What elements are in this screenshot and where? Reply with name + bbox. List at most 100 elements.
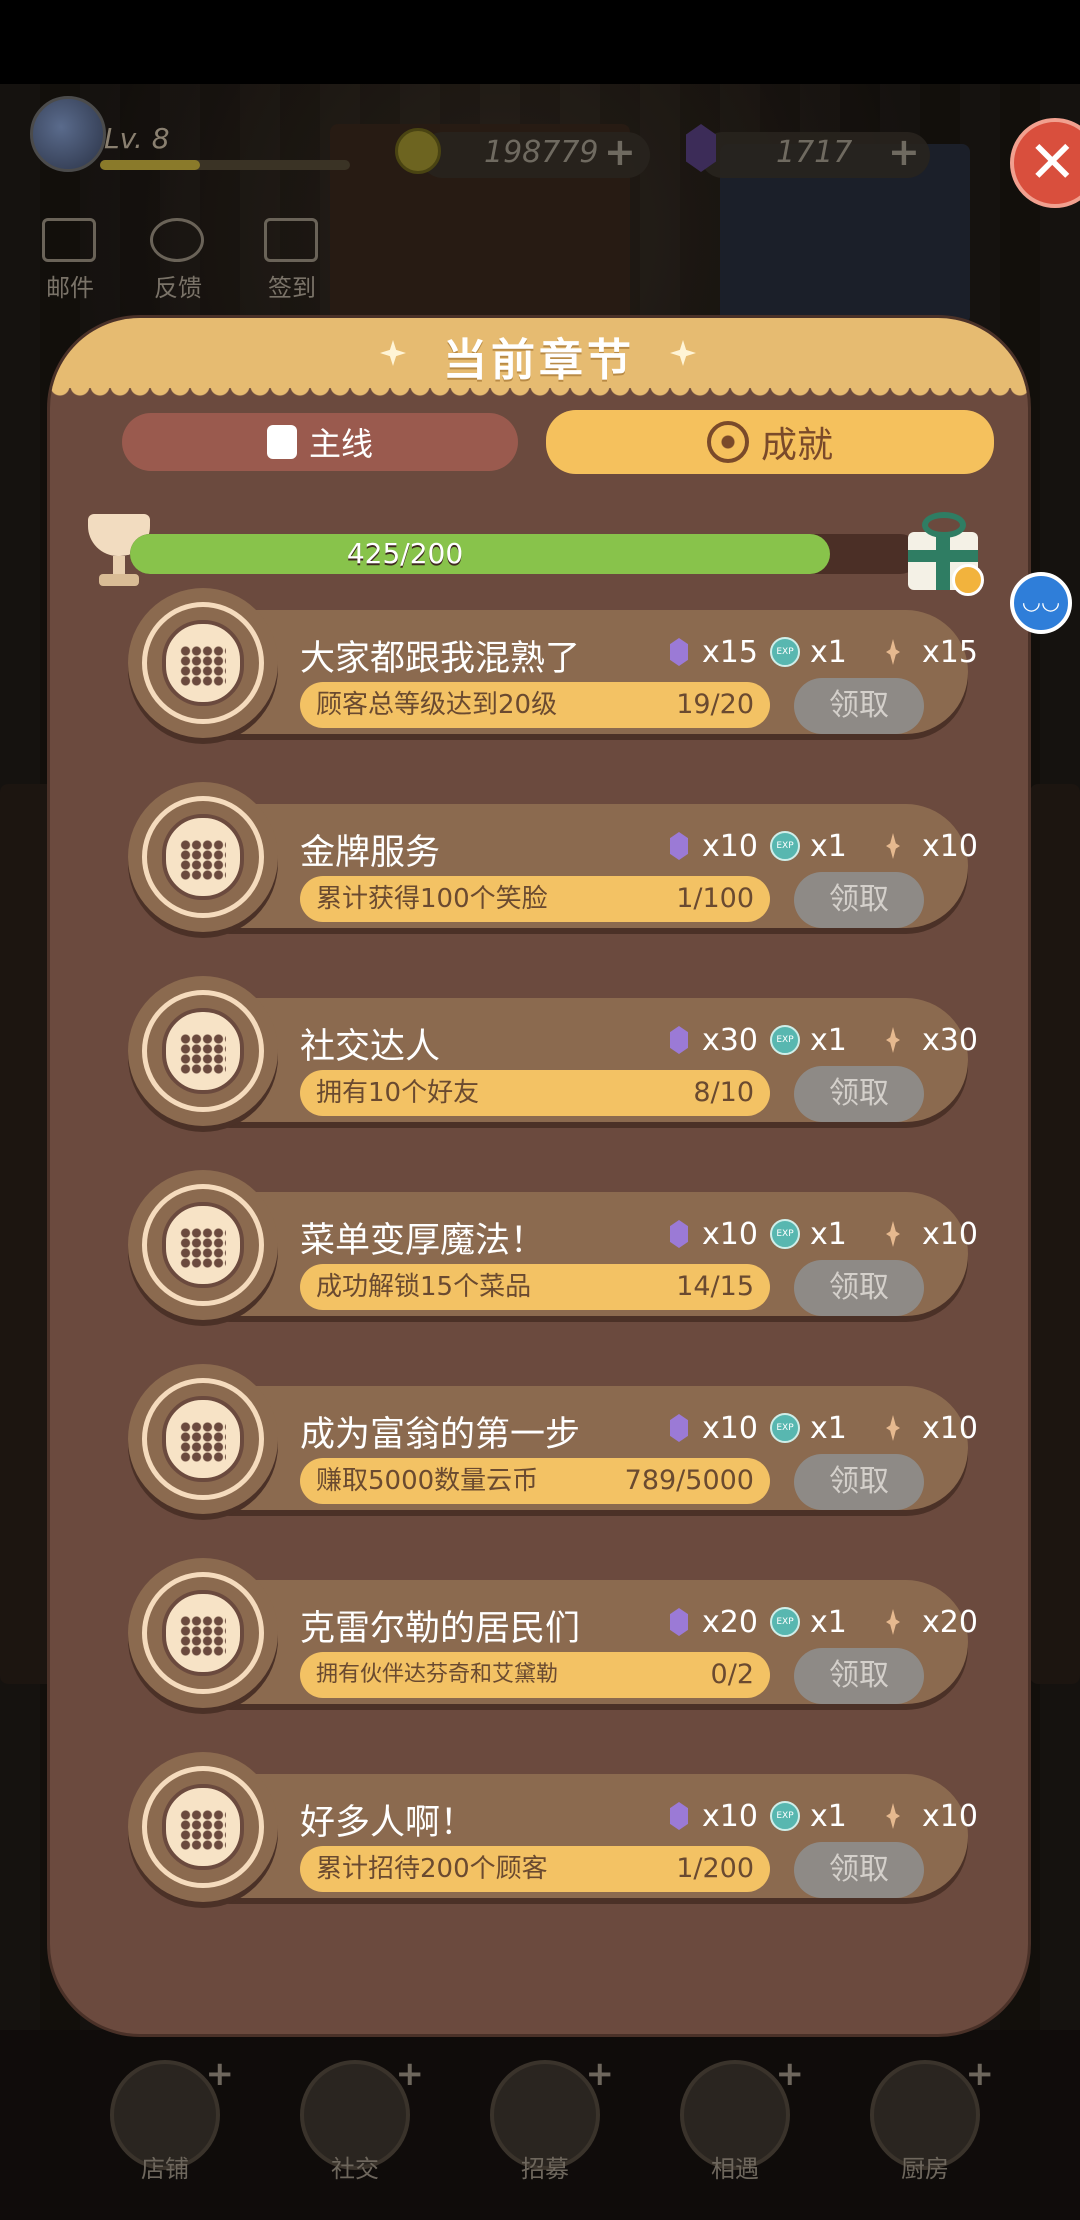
plus-icon: + xyxy=(205,2054,235,2094)
reward-spark-count: x10 xyxy=(922,1216,978,1252)
task-progress-bar: 拥有10个好友 8/10 xyxy=(300,1070,770,1116)
mail-icon[interactable] xyxy=(42,218,96,262)
reward-gem: x10 xyxy=(670,1214,758,1254)
plus-icon: + xyxy=(395,2054,425,2094)
plus-icon: + xyxy=(585,2054,615,2094)
task-progress-bar: 拥有伙伴达芬奇和艾黛勒 0/2 xyxy=(300,1652,770,1698)
task-description: 拥有伙伴达芬奇和艾黛勒 xyxy=(316,1662,559,1687)
feedback-label: 反馈 xyxy=(154,274,202,302)
reward-spark: x15 xyxy=(886,632,978,672)
tab-achievements-label: 成就 xyxy=(760,425,833,466)
tab-main-story-label: 主线 xyxy=(308,425,373,463)
task-count: 0/2 xyxy=(710,1659,754,1690)
achievement-card: 好多人啊！ x10 EXP x1 x10 累计招待200个顾客 1/200 领取 xyxy=(128,1752,978,1902)
nav-encounter-label: 相遇 xyxy=(711,2155,759,2183)
claim-button[interactable]: 领取 xyxy=(794,1842,924,1898)
claim-button[interactable]: 领取 xyxy=(794,1454,924,1510)
reward-exp: EXP x1 xyxy=(770,1020,847,1060)
reward-exp: EXP x1 xyxy=(770,1408,847,1448)
task-description: 赚取5000数量云币 xyxy=(316,1466,539,1496)
reward-exp: EXP x1 xyxy=(770,1214,847,1254)
achievement-card: 金牌服务 x10 EXP x1 x10 累计获得100个笑脸 1/100 领取 xyxy=(128,782,978,932)
gem-icon xyxy=(670,1220,688,1248)
reward-gem-count: x10 xyxy=(702,828,758,864)
reward-exp-count: x1 xyxy=(810,634,847,670)
nav-kitchen-label: 厨房 xyxy=(901,2155,949,2183)
tab-main-story[interactable]: 主线 xyxy=(122,413,518,471)
panel-title: 当前章节 xyxy=(443,335,635,386)
achievement-badge-icon xyxy=(128,1558,278,1708)
assistant-float-button[interactable]: ◡◡ xyxy=(1010,572,1072,634)
reward-spark-count: x10 xyxy=(922,1410,978,1446)
reward-exp-count: x1 xyxy=(810,1410,847,1446)
reward-gem-count: x20 xyxy=(702,1604,758,1640)
gift-box-icon[interactable] xyxy=(902,508,988,596)
reward-spark-count: x30 xyxy=(922,1022,978,1058)
gem-icon xyxy=(670,1026,688,1054)
checkin-label: 签到 xyxy=(268,274,316,302)
nav-kitchen[interactable]: + 厨房 xyxy=(860,2054,994,2190)
plus-icon: + xyxy=(775,2054,805,2094)
tab-achievements[interactable]: 成就 xyxy=(546,410,994,474)
reward-spark-count: x10 xyxy=(922,1798,978,1834)
player-level: Lv. 8 xyxy=(104,122,170,155)
nav-social-label: 社交 xyxy=(331,2155,379,2183)
achievement-badge-icon xyxy=(128,588,278,738)
claim-button[interactable]: 领取 xyxy=(794,872,924,928)
feedback-icon[interactable] xyxy=(150,218,204,262)
reward-exp-count: x1 xyxy=(810,1022,847,1058)
task-progress-bar: 成功解锁15个菜品 14/15 xyxy=(300,1264,770,1310)
add-gems-button[interactable]: + xyxy=(888,130,920,174)
progress-text: 425/200 xyxy=(346,537,464,570)
reward-spark-count: x10 xyxy=(922,828,978,864)
task-description: 顾客总等级达到20级 xyxy=(316,690,558,720)
exp-icon: EXP xyxy=(770,1607,800,1637)
chapter-progress-bar: 425/200 xyxy=(130,534,920,574)
task-count: 1/100 xyxy=(676,883,754,914)
reward-exp-count: x1 xyxy=(810,828,847,864)
task-description: 累计获得100个笑脸 xyxy=(316,884,548,914)
gem-icon xyxy=(670,638,688,666)
nav-shop[interactable]: + 店铺 xyxy=(100,2054,234,2190)
achievement-title: 菜单变厚魔法！ xyxy=(300,1221,546,1261)
reward-spark-count: x15 xyxy=(922,634,978,670)
reward-exp-count: x1 xyxy=(810,1216,847,1252)
claim-button[interactable]: 领取 xyxy=(794,1066,924,1122)
gem-icon xyxy=(670,1414,688,1442)
nav-encounter[interactable]: + 相遇 xyxy=(670,2054,804,2190)
sparkle-icon xyxy=(886,1803,900,1829)
nav-social[interactable]: + 社交 xyxy=(290,2054,424,2190)
reward-spark: x10 xyxy=(886,826,978,866)
achievement-badge-icon xyxy=(128,1364,278,1514)
achievement-badge-icon xyxy=(128,1752,278,1902)
task-progress-bar: 累计获得100个笑脸 1/100 xyxy=(300,876,770,922)
exp-icon: EXP xyxy=(770,1413,800,1443)
sparkle-icon xyxy=(886,833,900,859)
sparkle-icon xyxy=(886,1609,900,1635)
reward-gem: x10 xyxy=(670,1408,758,1448)
achievement-card: 菜单变厚魔法！ x10 EXP x1 x10 成功解锁15个菜品 14/15 领取 xyxy=(128,1170,978,1320)
task-progress-bar: 赚取5000数量云币 789/5000 xyxy=(300,1458,770,1504)
exp-icon: EXP xyxy=(770,1219,800,1249)
claim-button[interactable]: 领取 xyxy=(794,1648,924,1704)
achievement-title: 克雷尔勒的居民们 xyxy=(300,1609,581,1649)
task-count: 1/200 xyxy=(676,1853,754,1884)
sparkle-icon xyxy=(886,1027,900,1053)
claim-button[interactable]: 领取 xyxy=(794,678,924,734)
achievement-title: 大家都跟我混熟了 xyxy=(300,639,581,679)
gem-icon xyxy=(670,832,688,860)
reward-gem: x30 xyxy=(670,1020,758,1060)
nav-recruit[interactable]: + 招募 xyxy=(480,2054,614,2190)
claim-button[interactable]: 领取 xyxy=(794,1260,924,1316)
achievement-title: 社交达人 xyxy=(300,1027,441,1067)
achievement-card: 成为富翁的第一步 x10 EXP x1 x10 赚取5000数量云币 789/5000 领取 xyxy=(128,1364,978,1514)
task-description: 累计招待200个顾客 xyxy=(316,1854,548,1884)
add-coins-button[interactable]: + xyxy=(604,130,636,174)
achievement-title: 成为富翁的第一步 xyxy=(300,1415,581,1455)
exp-icon: EXP xyxy=(770,831,800,861)
checkin-icon[interactable] xyxy=(264,218,318,262)
reward-gem-count: x30 xyxy=(702,1022,758,1058)
player-avatar[interactable] xyxy=(30,96,106,172)
exp-icon: EXP xyxy=(770,637,800,667)
coin-icon xyxy=(395,128,441,174)
